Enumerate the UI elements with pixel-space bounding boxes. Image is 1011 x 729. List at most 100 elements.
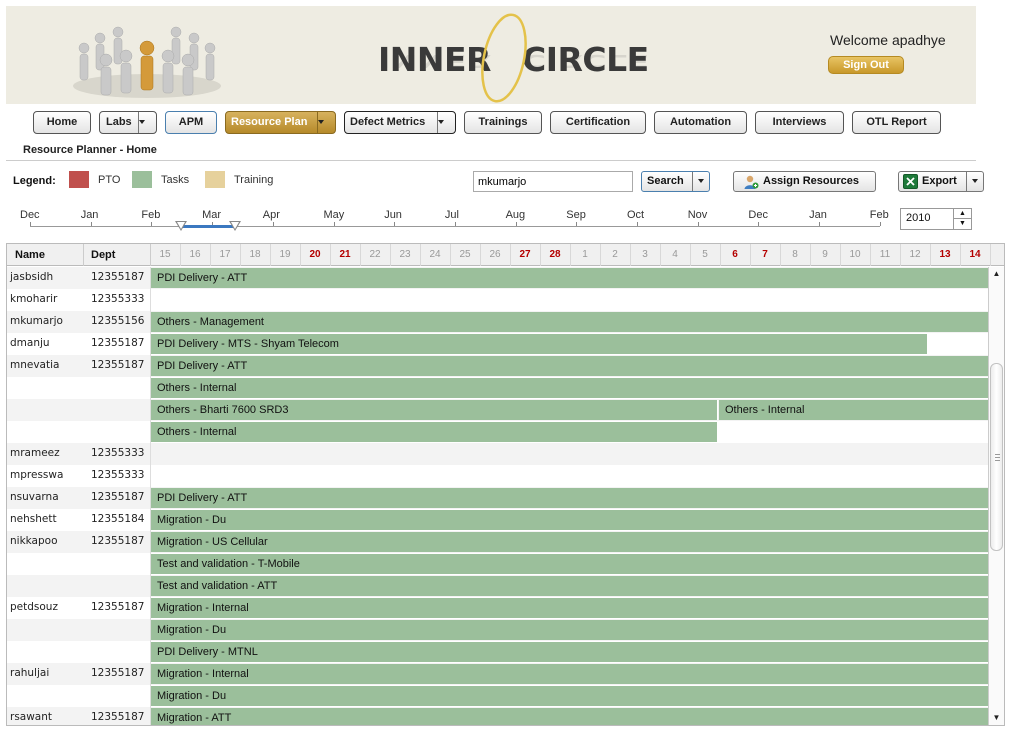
chevron-down-icon xyxy=(438,120,444,125)
export-dropdown[interactable] xyxy=(966,172,983,191)
table-row[interactable]: Others - Bharti 7600 SRD3 Others - Intern… xyxy=(7,399,989,421)
task-bar[interactable]: Others - Internal xyxy=(151,422,718,442)
ring-icon xyxy=(481,13,527,103)
search-button-label: Search xyxy=(647,175,684,187)
sign-out-button[interactable]: Sign Out xyxy=(828,56,904,74)
nav-defect-metrics-button[interactable]: Defect Metrics xyxy=(344,111,456,134)
defect-metrics-dropdown[interactable] xyxy=(437,112,455,133)
task-bar[interactable]: Test and validation - ATT xyxy=(151,576,989,596)
task-bar[interactable]: Others - Bharti 7600 SRD3 xyxy=(151,400,718,420)
task-bar[interactable]: Test and validation - T-Mobile xyxy=(151,554,989,574)
search-input[interactable] xyxy=(473,171,633,192)
task-bar[interactable]: Migration - Du xyxy=(151,510,989,530)
task-bar[interactable]: Others - Internal xyxy=(719,400,989,420)
table-row[interactable]: petdsouz 12355187 Migration - Internal xyxy=(7,597,989,619)
table-row[interactable]: mnevatia 12355187 PDI Delivery - ATT xyxy=(7,355,989,377)
nav-home-button[interactable]: Home xyxy=(33,111,91,134)
table-row[interactable]: mkumarjo 12355156 Others - Management xyxy=(7,311,989,333)
day-header: 5 xyxy=(702,249,708,260)
table-row[interactable]: nikkapoo 12355187 Migration - US Cellular xyxy=(7,531,989,553)
day-header: 6 xyxy=(732,249,738,260)
assign-resources-button[interactable]: Assign Resources xyxy=(733,171,876,192)
table-row[interactable]: jasbsidh 12355187 PDI Delivery - ATT xyxy=(7,267,989,289)
resource-name: nehshett xyxy=(10,513,57,525)
scroll-down-icon[interactable]: ▼ xyxy=(989,711,1004,725)
month-label: Jun xyxy=(384,209,402,221)
month-label: Jan xyxy=(809,209,827,221)
spin-down-icon[interactable]: ▼ xyxy=(954,219,971,229)
task-bar[interactable]: PDI Delivery - MTS - Shyam Telecom xyxy=(151,334,928,354)
nav-trainings-button[interactable]: Trainings xyxy=(464,111,542,134)
resource-plan-dropdown[interactable] xyxy=(317,112,335,133)
nav-resource-plan-button[interactable]: Resource Plan xyxy=(225,111,336,134)
table-row[interactable]: Test and validation - T-Mobile xyxy=(7,553,989,575)
table-row[interactable]: rahuljai 12355187 Migration - Internal xyxy=(7,663,989,685)
task-bar[interactable]: Others - Management xyxy=(151,312,989,332)
month-label: Sep xyxy=(566,209,586,221)
day-header: 26 xyxy=(489,249,501,260)
table-row[interactable]: mpresswa 12355333 xyxy=(7,465,989,487)
table-row[interactable]: Test and validation - ATT xyxy=(7,575,989,597)
nav-certification-button[interactable]: Certification xyxy=(550,111,646,134)
legend-training-label: Training xyxy=(234,174,274,186)
table-row[interactable]: Migration - Du xyxy=(7,685,989,707)
table-row[interactable]: dmanju 12355187 PDI Delivery - MTS - Shyam… xyxy=(7,333,989,355)
scroll-up-icon[interactable]: ▲ xyxy=(989,267,1004,281)
task-bar[interactable]: Others - Internal xyxy=(151,378,989,398)
table-row[interactable]: PDI Delivery - MTNL xyxy=(7,641,989,663)
resource-grid: Name Dept 15 16 17 18 19 20 21 22 23 24 25 26 27 28 1 2… xyxy=(6,243,1005,726)
table-row[interactable]: rsawant 12355187 Migration - ATT xyxy=(7,707,989,725)
nav-labs-button[interactable]: Labs xyxy=(99,111,157,134)
labs-dropdown[interactable] xyxy=(138,112,156,133)
table-row[interactable]: Migration - Du xyxy=(7,619,989,641)
task-bar[interactable]: Migration - Du xyxy=(151,620,989,640)
resource-name: jasbsidh xyxy=(10,271,54,283)
nav-interviews-button[interactable]: Interviews xyxy=(755,111,844,134)
resource-name: rsawant xyxy=(10,711,53,723)
slider-end-handle[interactable] xyxy=(229,221,241,231)
year-spinner[interactable]: 2010 ▲ ▼ xyxy=(900,208,972,230)
month-label: Aug xyxy=(505,209,526,221)
table-row[interactable]: kmoharir 12355333 xyxy=(7,289,989,311)
table-row[interactable]: mrameez 12355333 xyxy=(7,443,989,465)
column-header-dept[interactable]: Dept xyxy=(91,249,115,261)
task-bar[interactable]: Migration - Internal xyxy=(151,664,989,684)
day-header: 15 xyxy=(159,249,171,260)
resource-dept: 12355187 xyxy=(91,337,145,349)
table-row[interactable]: nehshett 12355184 Migration - Du xyxy=(7,509,989,531)
slider-start-handle[interactable] xyxy=(175,221,187,231)
month-label: Feb xyxy=(869,209,889,221)
table-row[interactable]: Others - Internal xyxy=(7,421,989,443)
header-divider xyxy=(83,244,84,266)
task-bar[interactable]: PDI Delivery - MTNL xyxy=(151,642,989,662)
task-bar[interactable]: PDI Delivery - ATT xyxy=(151,268,989,288)
scroll-thumb[interactable] xyxy=(990,363,1003,551)
day-header: 19 xyxy=(279,249,291,260)
nav-automation-button[interactable]: Automation xyxy=(654,111,747,134)
search-button[interactable]: Search xyxy=(641,171,710,192)
day-header: 28 xyxy=(549,249,561,260)
resource-name: nsuvarna xyxy=(10,491,59,503)
vertical-scrollbar[interactable]: ▲ ▼ xyxy=(988,267,1004,725)
day-header: 25 xyxy=(459,249,471,260)
nav-otl-report-button[interactable]: OTL Report xyxy=(852,111,941,134)
column-header-name[interactable]: Name xyxy=(15,249,45,261)
month-label: Apr xyxy=(262,209,280,221)
task-bar[interactable]: Migration - Internal xyxy=(151,598,989,618)
task-bar[interactable]: Migration - US Cellular xyxy=(151,532,989,552)
nav-apm-button[interactable]: APM xyxy=(165,111,217,134)
table-row[interactable]: nsuvarna 12355187 PDI Delivery - ATT xyxy=(7,487,989,509)
task-bar[interactable]: Migration - ATT xyxy=(151,708,989,725)
legend-pto-swatch xyxy=(69,171,89,188)
task-bar[interactable]: PDI Delivery - ATT xyxy=(151,356,989,376)
month-label: Dec xyxy=(748,209,768,221)
search-dropdown[interactable] xyxy=(692,172,709,191)
day-header: 16 xyxy=(189,249,201,260)
welcome-text: Welcome apadhye xyxy=(830,32,946,48)
spin-up-icon[interactable]: ▲ xyxy=(954,209,971,219)
task-bar[interactable]: Migration - Du xyxy=(151,686,989,706)
table-row[interactable]: Others - Internal xyxy=(7,377,989,399)
day-header: 3 xyxy=(642,249,648,260)
task-bar[interactable]: PDI Delivery - ATT xyxy=(151,488,989,508)
export-button[interactable]: Export xyxy=(898,171,984,192)
